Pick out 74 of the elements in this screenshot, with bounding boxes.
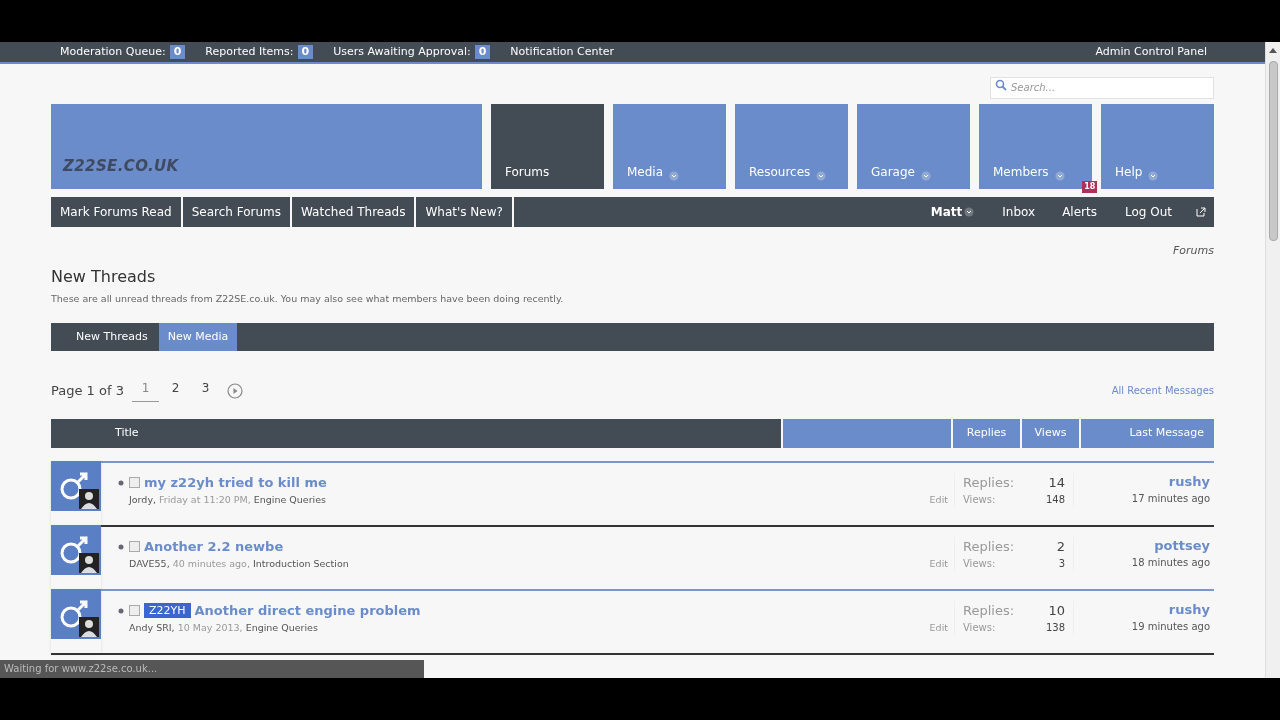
scrollbar[interactable] [1265, 42, 1280, 678]
status-bar: Waiting for www.z22se.co.uk... [0, 660, 424, 678]
page-link[interactable]: 3 [191, 379, 219, 403]
page-link[interactable]: 2 [161, 379, 189, 403]
caret-icon [920, 171, 931, 181]
thread-author[interactable]: DAVE55, [129, 557, 170, 572]
count-badge: 0 [169, 45, 186, 59]
forum-link[interactable]: Engine Queries [253, 493, 327, 508]
views-label: Views: [963, 621, 997, 636]
checkbox[interactable] [129, 477, 140, 488]
nav-tab[interactable]: Forums [491, 104, 604, 189]
replies-label: Replies: [963, 537, 1015, 556]
caret-icon [816, 171, 827, 181]
views-label: Views: [963, 493, 997, 508]
scrollbar-thumb[interactable] [1268, 61, 1278, 241]
thread-author[interactable]: Jordy, [129, 493, 157, 508]
last-message-time[interactable]: 19 minutes ago [1131, 619, 1210, 635]
last-message-time[interactable]: 18 minutes ago [1131, 555, 1210, 571]
page-heading: New Threads [51, 265, 157, 288]
caret-icon [669, 171, 680, 181]
count-badge: 0 [297, 45, 314, 59]
scroll-up-icon[interactable] [1269, 48, 1277, 53]
log-out-link[interactable]: Log Out [1125, 203, 1172, 221]
sub-nav-link[interactable]: Search Forums [182, 197, 292, 227]
views-count: 138 [1044, 621, 1065, 636]
replies-count: 14 [1047, 473, 1065, 492]
forum-link[interactable]: Introduction Section [252, 557, 349, 572]
thread-date: 40 minutes ago, [172, 557, 250, 572]
admin-counter-label[interactable]: Moderation Queue: [60, 43, 166, 61]
avatar-icon[interactable] [51, 524, 101, 575]
caret-icon [1148, 171, 1159, 181]
breadcrumb[interactable]: Forums [1173, 243, 1214, 260]
checkbox[interactable] [129, 541, 140, 552]
admin-counter-label[interactable]: Reported Items: [205, 43, 294, 61]
column-header: Title [51, 418, 781, 448]
notification-center-link[interactable]: Notification Center [510, 43, 614, 61]
page-description: These are all unread threads from Z22SE.co.uk. You may also see what members have been doing recently. [51, 291, 565, 306]
avatar-icon[interactable] [51, 588, 101, 639]
caret-icon [964, 207, 975, 217]
sub-nav-link[interactable]: Watched Threads [292, 197, 417, 227]
last-message-time[interactable]: 17 minutes ago [1131, 491, 1210, 507]
thread-date: Friday at 11:20 PM, [159, 493, 251, 508]
forum-link[interactable]: Engine Queries [245, 621, 318, 636]
next-page-icon[interactable] [226, 382, 243, 399]
external-link-icon[interactable] [1196, 207, 1206, 217]
alerts-link[interactable]: Alerts [1062, 205, 1097, 219]
thread-author[interactable]: Andy SRI, [129, 621, 175, 636]
thread-date: 10 May 2013, [177, 621, 243, 636]
count-badge: 0 [474, 45, 491, 59]
sub-nav-link[interactable]: What's New? [416, 197, 514, 227]
inbox-link[interactable]: Inbox [1002, 203, 1036, 221]
unread-dot-icon [117, 606, 125, 615]
alerts-count: 18 [1082, 181, 1098, 193]
page-indicator: Page 1 of 3 [51, 382, 124, 400]
replies-count: 2 [1055, 537, 1065, 556]
search-icon [995, 79, 1007, 91]
unread-dot-icon [117, 478, 125, 487]
avatar-icon[interactable] [51, 460, 101, 511]
checkbox[interactable] [129, 605, 140, 616]
sub-nav-link[interactable]: Mark Forums Read [51, 197, 183, 227]
page-link[interactable]: 1 [131, 379, 159, 403]
views-count: 3 [1057, 557, 1065, 572]
replies-label: Replies: [963, 601, 1015, 620]
thread-prefix[interactable]: Z22YH [144, 603, 191, 618]
search-field[interactable]: Search... [990, 76, 1214, 99]
caret-icon [1054, 171, 1065, 181]
user-menu[interactable]: Matt [930, 203, 975, 221]
replies-label: Replies: [963, 473, 1015, 492]
admin-control-panel-link[interactable]: Admin Control Panel [1095, 43, 1207, 61]
unread-dot-icon [117, 542, 125, 551]
admin-counter-label[interactable]: Users Awaiting Approval: [333, 43, 471, 61]
replies-count: 10 [1047, 601, 1065, 620]
views-count: 148 [1044, 493, 1065, 508]
views-label: Views: [963, 557, 997, 572]
